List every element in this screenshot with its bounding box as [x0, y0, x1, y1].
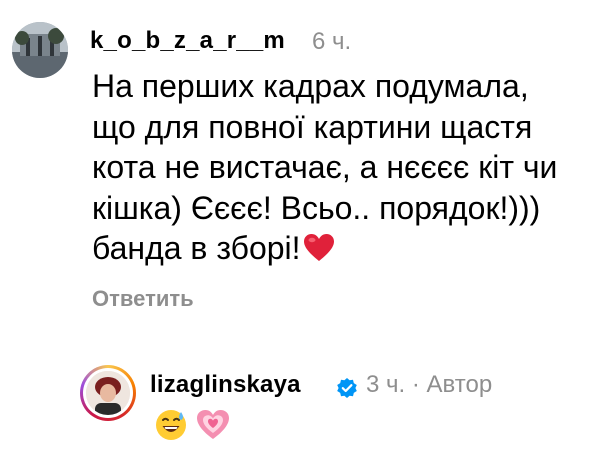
reply-button[interactable]: Ответить: [92, 286, 194, 312]
avatar-photo: [12, 22, 68, 78]
reply-meta: 3 ч. · Автор: [366, 371, 492, 399]
comment-line: кота не вистачає, а нєєєє кіт чи: [92, 149, 558, 185]
comment-text: На перших кадрах подумала, що для повної…: [92, 66, 592, 273]
red-heart-icon: [303, 232, 335, 273]
avatar-photo: [86, 371, 130, 415]
comment-username[interactable]: k_o_b_z_a_r__m: [90, 27, 285, 55]
comment-last-line: банда в зборі!: [92, 228, 592, 273]
growing-heart-icon: [196, 408, 230, 442]
sweat-smile-icon: [154, 408, 188, 442]
avatar[interactable]: [12, 22, 68, 78]
avatar-ring-gap: [83, 368, 133, 418]
comment-timestamp: 6 ч.: [312, 28, 352, 55]
comment-line: банда в зборі!: [92, 230, 301, 266]
reply-username[interactable]: lizaglinskaya: [150, 371, 301, 399]
comment-line: кішка) Єєєє! Всьо.. порядок!))): [92, 189, 541, 226]
comment-line: що для повної картини щастя: [92, 108, 533, 145]
reply-timestamp: 3 ч.: [366, 371, 406, 398]
meta-separator: ·: [411, 371, 420, 398]
comment-line: На перших кадрах подумала,: [92, 68, 529, 104]
verified-badge-icon: [336, 377, 358, 399]
author-label: Автор: [426, 371, 493, 398]
author-avatar[interactable]: [80, 365, 136, 421]
